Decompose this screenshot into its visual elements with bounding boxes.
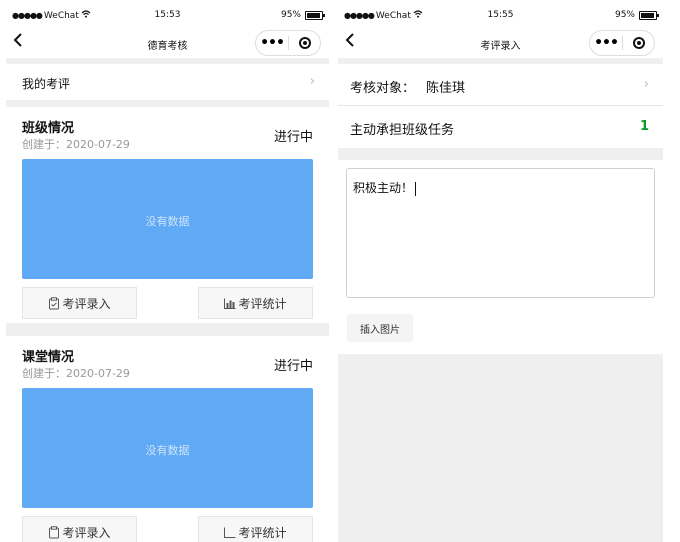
miniprogram-capsule: •••	[589, 30, 655, 56]
my-evaluation-row[interactable]: 我的考评 ›	[6, 64, 329, 100]
clipboard-icon	[48, 525, 60, 539]
evaluation-stats-label: 考评统计	[238, 296, 287, 311]
battery-icon	[639, 10, 659, 20]
class-situation-card: 班级情况 创建于：2020-07-29 进行中 没有数据 考评录入 考评统计	[6, 107, 329, 323]
card-created-date: 创建于：2020-07-29	[22, 367, 130, 380]
status-bar: ●●●●● WeChat 15:55 95%	[338, 0, 663, 30]
battery-area: 95%	[614, 10, 659, 20]
card-status: 进行中	[273, 130, 313, 145]
evaluation-entry-label: 考评录入	[62, 296, 111, 311]
task-row[interactable]: 主动承担班级任务 1	[338, 106, 663, 148]
comment-textarea[interactable]: 积极主动！	[346, 168, 655, 298]
text-cursor	[415, 181, 417, 196]
clipboard-icon	[48, 296, 60, 310]
battery-icon	[305, 10, 325, 20]
more-icon[interactable]: •••	[590, 36, 622, 50]
chart-placeholder: 没有数据	[22, 159, 313, 279]
right-phone-screen: ●●●●● WeChat 15:55 95% 考评录入 ••• 考核对象： 陈佳…	[338, 0, 663, 542]
target-icon[interactable]	[623, 37, 654, 49]
chevron-right-icon: ›	[309, 74, 315, 89]
evaluation-entry-label: 考评录入	[62, 525, 111, 540]
classroom-situation-card: 课堂情况 创建于：2020-07-29 进行中 没有数据 考评录入 考评统计	[6, 336, 329, 542]
evaluation-stats-label: 考评统计	[238, 525, 287, 540]
task-score: 1	[639, 119, 649, 134]
comment-text: 积极主动！	[353, 181, 414, 195]
left-phone-screen: ●●●●● WeChat 15:53 95% 德育考核 ••• 我的考评 › 班…	[6, 0, 329, 542]
card-created-date: 创建于：2020-07-29	[22, 138, 130, 151]
assessment-target-row[interactable]: 考核对象： 陈佳琪 ›	[338, 64, 663, 106]
card-title: 课堂情况	[22, 350, 75, 365]
assessment-target-label: 考核对象：	[350, 81, 416, 96]
evaluation-entry-button[interactable]: 考评录入	[22, 516, 137, 542]
comment-editor-section: 积极主动！ 插入图片	[338, 160, 663, 354]
chart-placeholder: 没有数据	[22, 388, 313, 508]
nav-bar: 考评录入 •••	[338, 30, 663, 58]
battery-percent: 95%	[280, 10, 301, 20]
evaluation-entry-button[interactable]: 考评录入	[22, 287, 137, 319]
nav-bar: 德育考核 •••	[6, 30, 329, 58]
more-icon[interactable]: •••	[256, 36, 288, 50]
status-bar: ●●●●● WeChat 15:53 95%	[6, 0, 329, 30]
chevron-right-icon: ›	[643, 77, 649, 92]
miniprogram-capsule: •••	[255, 30, 321, 56]
insert-image-button[interactable]: 插入图片	[347, 314, 413, 342]
assessment-target-name: 陈佳琪	[426, 81, 466, 96]
evaluation-stats-button[interactable]: 考评统计	[198, 287, 313, 319]
evaluation-stats-button[interactable]: 考评统计	[198, 516, 313, 542]
no-data-label: 没有数据	[145, 444, 190, 457]
my-evaluation-label: 我的考评	[22, 77, 71, 91]
bar-chart-icon	[224, 298, 236, 309]
bar-chart-icon	[224, 527, 236, 538]
target-icon[interactable]	[289, 37, 320, 49]
card-status: 进行中	[273, 359, 313, 374]
card-title: 班级情况	[22, 121, 75, 136]
no-data-label: 没有数据	[145, 215, 190, 228]
battery-percent: 95%	[614, 10, 635, 20]
task-label: 主动承担班级任务	[350, 123, 455, 138]
battery-area: 95%	[280, 10, 325, 20]
